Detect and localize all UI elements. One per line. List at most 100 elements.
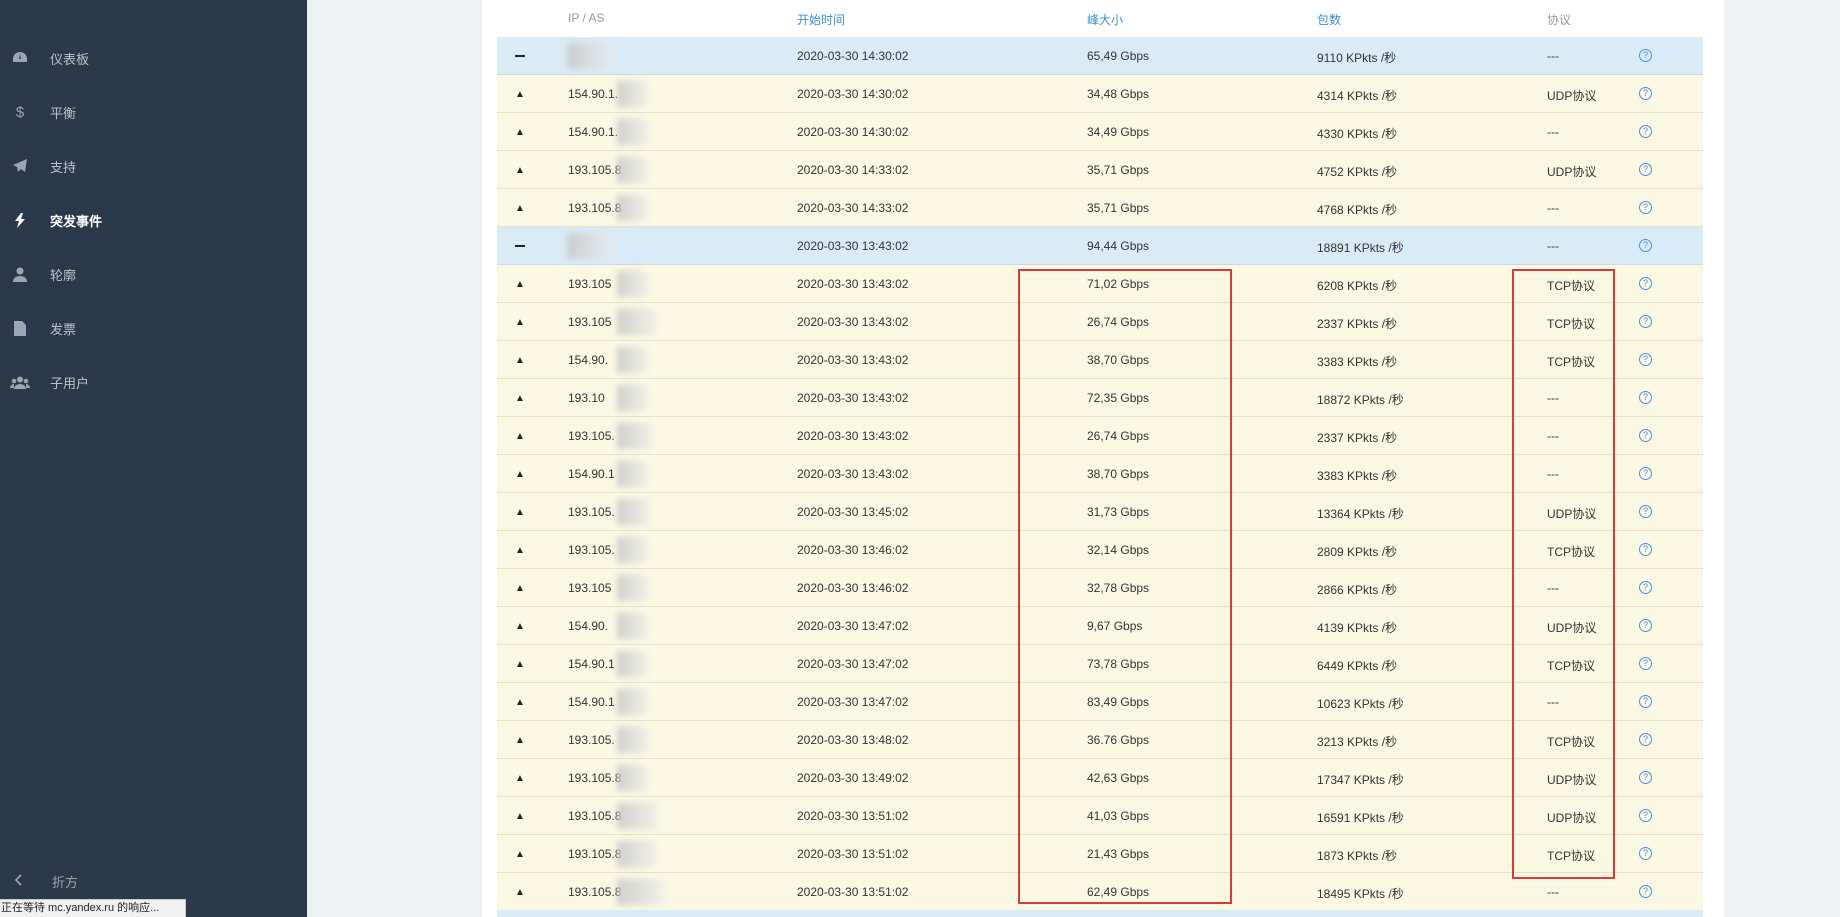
packets-cell: 3383 KPkts /秒	[1317, 469, 1398, 483]
table-row[interactable]: ▲ 193.105.8 2020-03-30 14:33:02 35,71 Gbps 4…	[497, 151, 1703, 189]
ip-cell: 193.105	[568, 277, 612, 291]
sidebar-item-dashboard[interactable]: 仪表板	[0, 31, 307, 85]
help-icon[interactable]: ?	[1639, 581, 1652, 594]
packets-cell: 18495 KPkts /秒	[1317, 887, 1404, 901]
packets-cell: 2337 KPkts /秒	[1317, 431, 1398, 445]
ip-cell: 193.105.8	[568, 771, 622, 785]
help-icon[interactable]: ?	[1639, 87, 1652, 100]
column-header-ip[interactable]: IP / AS	[568, 11, 604, 25]
help-icon[interactable]: ?	[1639, 353, 1652, 366]
help-icon[interactable]: ?	[1639, 771, 1652, 784]
start-time-cell: 2020-03-30 14:33:02	[797, 201, 909, 215]
caret-up-icon[interactable]: ▲	[513, 113, 527, 151]
caret-up-icon[interactable]: ▲	[513, 873, 527, 911]
collapse-icon[interactable]	[513, 37, 527, 75]
ip-cell: 154.90.1.	[568, 87, 619, 101]
start-time-cell: 2020-03-30 14:33:02	[797, 163, 909, 177]
caret-up-icon[interactable]: ▲	[513, 75, 527, 113]
help-icon[interactable]: ?	[1639, 429, 1652, 442]
caret-up-icon[interactable]: ▲	[513, 303, 527, 341]
help-icon[interactable]: ?	[1639, 847, 1652, 860]
help-icon[interactable]: ?	[1639, 885, 1652, 898]
sidebar-item-label: 突发事件	[50, 213, 103, 229]
ip-cell: 154.90.1	[568, 695, 615, 709]
help-icon[interactable]: ?	[1639, 619, 1652, 632]
caret-up-icon[interactable]: ▲	[513, 531, 527, 569]
start-time-cell: 2020-03-30 13:47:02	[797, 657, 909, 671]
users-icon	[10, 376, 30, 389]
sidebar-item-label: 发票	[50, 321, 77, 337]
caret-up-icon[interactable]: ▲	[513, 721, 527, 759]
protocol-cell: ---	[1547, 885, 1559, 899]
sidebar-item-incidents[interactable]: 突发事件	[0, 193, 307, 247]
caret-up-icon[interactable]: ▲	[513, 759, 527, 797]
caret-up-icon[interactable]: ▲	[513, 569, 527, 607]
help-icon[interactable]: ?	[1639, 49, 1652, 62]
peak-size-cell: 65,49 Gbps	[1087, 49, 1150, 63]
help-icon[interactable]: ?	[1639, 277, 1652, 290]
redacted-ip-mask	[617, 309, 655, 335]
redacted-ip-mask	[617, 271, 647, 297]
caret-up-icon[interactable]: ▲	[513, 189, 527, 227]
incident-group-row[interactable]: 2020-03-30 13:43:02 94,44 Gbps 18891 KPkts…	[497, 227, 1703, 265]
peak-size-cell: 94,44 Gbps	[1087, 239, 1150, 253]
help-icon[interactable]: ?	[1639, 695, 1652, 708]
caret-up-icon[interactable]: ▲	[513, 493, 527, 531]
column-header-packets[interactable]: 包数	[1317, 11, 1341, 28]
caret-up-icon[interactable]: ▲	[513, 797, 527, 835]
table-header: IP / AS 开始时间 峰大小 包数 协议	[497, 0, 1703, 37]
packets-cell: 4139 KPkts /秒	[1317, 621, 1398, 635]
help-icon[interactable]: ?	[1639, 505, 1652, 518]
help-icon[interactable]: ?	[1639, 733, 1652, 746]
help-icon[interactable]: ?	[1639, 163, 1652, 176]
sidebar-item-balance[interactable]: $ 平衡	[0, 85, 307, 139]
sidebar-item-support[interactable]: 支持	[0, 139, 307, 193]
caret-up-icon[interactable]: ▲	[513, 835, 527, 873]
ip-cell: 193.105.	[568, 733, 615, 747]
caret-up-icon[interactable]: ▲	[513, 151, 527, 189]
collapse-icon[interactable]	[513, 227, 527, 265]
protocol-cell: UDP协议	[1547, 89, 1597, 103]
redacted-ip-mask	[617, 841, 655, 867]
help-icon[interactable]: ?	[1639, 125, 1652, 138]
caret-up-icon[interactable]: ▲	[513, 607, 527, 645]
help-icon[interactable]: ?	[1639, 657, 1652, 670]
help-icon[interactable]: ?	[1639, 809, 1652, 822]
caret-up-icon[interactable]: ▲	[513, 265, 527, 303]
caret-up-icon[interactable]: ▲	[513, 683, 527, 721]
caret-up-icon[interactable]: ▲	[513, 645, 527, 683]
help-icon[interactable]: ?	[1639, 543, 1652, 556]
help-icon[interactable]: ?	[1639, 201, 1652, 214]
column-header-start-time[interactable]: 开始时间	[797, 11, 845, 28]
sidebar-item-label: 平衡	[50, 105, 77, 121]
column-header-protocol[interactable]: 协议	[1547, 11, 1571, 28]
table-row[interactable]: ▲ 154.90.1. 2020-03-30 14:30:02 34,48 Gbps 4…	[497, 75, 1703, 113]
help-icon[interactable]: ?	[1639, 315, 1652, 328]
sidebar-collapse-button[interactable]: 折方	[0, 866, 307, 896]
ip-cell: 154.90.1	[568, 657, 615, 671]
sidebar-item-subusers[interactable]: 子用户	[0, 355, 307, 409]
protocol-cell: ---	[1547, 239, 1559, 253]
caret-up-icon[interactable]: ▲	[513, 417, 527, 455]
redacted-ip-mask	[617, 803, 657, 829]
sidebar-item-invoices[interactable]: 发票	[0, 301, 307, 355]
caret-up-icon[interactable]: ▲	[513, 455, 527, 493]
table-row[interactable]: ▲ 154.90.1. 2020-03-30 14:30:02 34,49 Gbps 4…	[497, 113, 1703, 151]
bolt-icon	[10, 212, 30, 228]
caret-up-icon[interactable]: ▲	[513, 379, 527, 417]
column-header-peak-size[interactable]: 峰大小	[1087, 11, 1123, 28]
packets-cell: 2866 KPkts /秒	[1317, 583, 1398, 597]
sidebar-item-label: 支持	[50, 159, 77, 175]
redacted-ip-mask	[617, 157, 647, 183]
table-row[interactable]: ▲ 193.105.8 2020-03-30 14:33:02 35,71 Gbps 4…	[497, 189, 1703, 227]
sidebar-item-label: 轮廓	[50, 267, 77, 283]
caret-up-icon[interactable]: ▲	[513, 341, 527, 379]
help-icon[interactable]: ?	[1639, 467, 1652, 480]
sidebar-item-profile[interactable]: 轮廓	[0, 247, 307, 301]
help-icon[interactable]: ?	[1639, 239, 1652, 252]
ip-cell: 193.105	[568, 581, 612, 595]
packets-cell: 13364 KPkts /秒	[1317, 507, 1404, 521]
incident-group-row[interactable]: 2020-03-30 14:30:02 65,49 Gbps 9110 KPkts …	[497, 37, 1703, 75]
help-icon[interactable]: ?	[1639, 391, 1652, 404]
file-icon	[10, 320, 30, 336]
